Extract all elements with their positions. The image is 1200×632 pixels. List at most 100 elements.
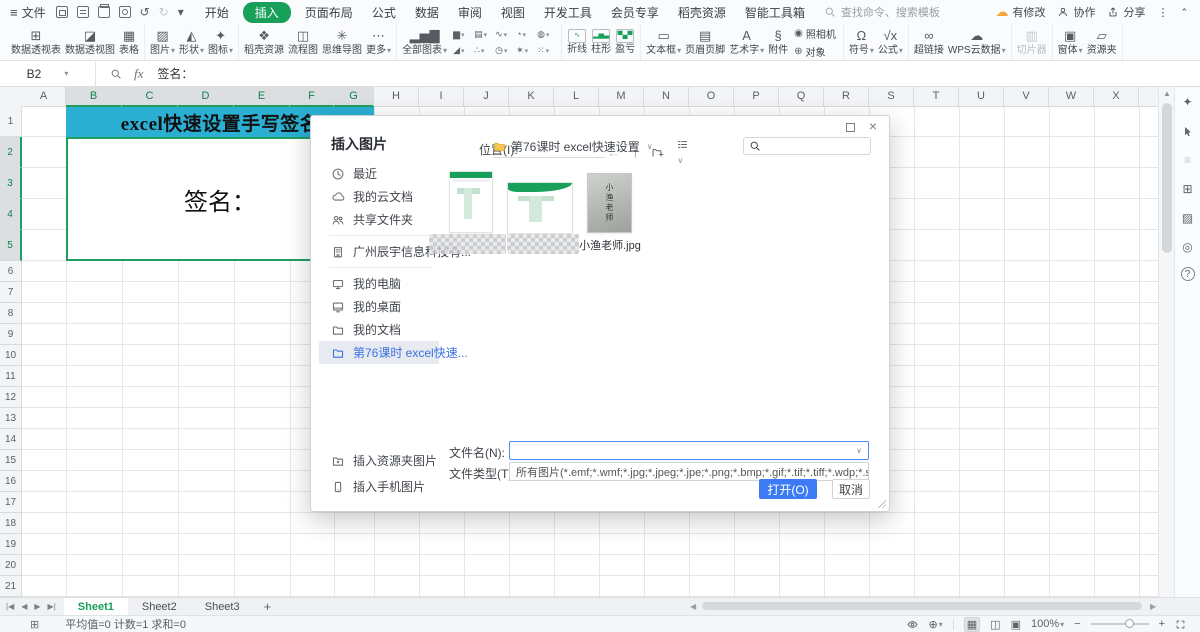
- ribbon-item-pivot-table[interactable]: ⊞数据透视表: [9, 28, 63, 57]
- sidebar-item-resource-images[interactable]: 插入资源夹图片: [319, 449, 439, 472]
- column-header-M[interactable]: M: [599, 87, 644, 107]
- row-header-13[interactable]: 13: [0, 408, 22, 429]
- menu-tab[interactable]: 开始: [200, 2, 234, 23]
- theme-icon[interactable]: ◎: [1179, 238, 1197, 256]
- view-mode-icon[interactable]: ∨: [676, 138, 689, 166]
- row-header-15[interactable]: 15: [0, 450, 22, 471]
- column-header-P[interactable]: P: [734, 87, 779, 107]
- column-header-D[interactable]: D: [178, 87, 234, 107]
- print-icon[interactable]: [98, 6, 110, 18]
- menu-tab[interactable]: 数据: [410, 2, 444, 23]
- row-header-12[interactable]: 12: [0, 387, 22, 408]
- menu-tab[interactable]: 会员专享: [606, 2, 664, 23]
- ribbon-item-wordart[interactable]: A艺术字▾: [727, 28, 766, 57]
- row-header-1[interactable]: 1: [0, 107, 22, 137]
- scroll-right-icon[interactable]: ▶: [1150, 602, 1160, 611]
- chart-doughnut-icon[interactable]: ◷▾: [493, 42, 514, 58]
- back-icon[interactable]: ←: [607, 145, 620, 160]
- print-preview-icon[interactable]: [119, 6, 131, 18]
- column-header-X[interactable]: X: [1094, 87, 1139, 107]
- ribbon-item-object[interactable]: ⊕对象: [794, 44, 836, 59]
- dialog-resize-handle[interactable]: [878, 500, 886, 508]
- scroll-up-icon[interactable]: ▲: [1159, 89, 1175, 98]
- column-header-V[interactable]: V: [1004, 87, 1049, 107]
- ribbon-item-picture[interactable]: ▨图片▾: [148, 28, 177, 57]
- row-header-2[interactable]: 2: [0, 137, 22, 168]
- ribbon-item-form-controls[interactable]: ▣窗体▾: [1056, 28, 1085, 57]
- page-layout-view-icon[interactable]: ◫: [990, 618, 1000, 631]
- new-folder-icon[interactable]: [651, 146, 664, 159]
- horizontal-scroll-thumb[interactable]: [702, 602, 1142, 610]
- fullscreen-icon[interactable]: [1175, 619, 1186, 630]
- chart-column-icon[interactable]: ▆▾: [451, 26, 472, 42]
- page-break-view-icon[interactable]: ▣: [1011, 618, 1021, 631]
- prev-sheet-icon[interactable]: ◀: [21, 602, 27, 611]
- row-header-10[interactable]: 10: [0, 345, 22, 366]
- chart-bar-icon[interactable]: ▤▾: [472, 26, 493, 42]
- ribbon-item-all-charts[interactable]: ▂▅▇全部图表▾: [400, 28, 449, 57]
- last-sheet-icon[interactable]: ▶|: [48, 602, 56, 611]
- column-header-G[interactable]: G: [334, 87, 374, 107]
- vertical-scroll-thumb[interactable]: [1162, 103, 1172, 253]
- file-thumbnail[interactable]: [507, 182, 573, 234]
- selection-pan-icon[interactable]: ⊕▾: [929, 618, 943, 631]
- zoom-slider-knob[interactable]: [1125, 619, 1134, 628]
- ribbon-item-attachment[interactable]: §附件: [766, 28, 790, 57]
- add-sheet-icon[interactable]: +: [264, 599, 272, 614]
- cloud-sync-button[interactable]: ☁ 有修改: [995, 4, 1045, 20]
- sheet-tab-sheet1[interactable]: Sheet1: [64, 598, 128, 616]
- export-icon[interactable]: [77, 6, 89, 18]
- vertical-scrollbar[interactable]: ▲: [1158, 87, 1174, 597]
- column-header-W[interactable]: W: [1049, 87, 1094, 107]
- column-header-H[interactable]: H: [374, 87, 419, 107]
- file-thumbnail[interactable]: [449, 171, 493, 233]
- column-header-E[interactable]: E: [234, 87, 290, 107]
- help-icon[interactable]: ?: [1181, 267, 1195, 281]
- formula-content[interactable]: 签名：: [157, 65, 193, 82]
- zoom-slider[interactable]: [1091, 623, 1149, 625]
- chart-scatter-icon[interactable]: ∴▾: [472, 42, 493, 58]
- ribbon-item-header-footer[interactable]: ▤页眉页脚: [683, 28, 727, 57]
- row-header-14[interactable]: 14: [0, 429, 22, 450]
- ribbon-item-table[interactable]: ▦表格: [117, 28, 141, 57]
- file-menu-button[interactable]: 文件: [22, 4, 46, 21]
- chart-combo-icon[interactable]: ⁙▾: [535, 42, 556, 58]
- sidebar-item-cloud-doc[interactable]: 我的云文档: [319, 185, 439, 208]
- scroll-left-icon[interactable]: ◀: [690, 602, 700, 611]
- row-header-7[interactable]: 7: [0, 282, 22, 303]
- column-header-T[interactable]: T: [914, 87, 959, 107]
- more-menu-icon[interactable]: ⋮: [1157, 6, 1168, 19]
- menu-tab[interactable]: 开发工具: [539, 2, 597, 23]
- ribbon-item-sparkline-line[interactable]: ∿折线: [565, 28, 589, 56]
- chart-radar-icon[interactable]: ✶▾: [514, 42, 535, 58]
- sidebar-item-clock[interactable]: 最近: [319, 162, 439, 185]
- open-button[interactable]: 打开(O): [759, 479, 817, 499]
- row-header-9[interactable]: 9: [0, 324, 22, 345]
- menu-tab[interactable]: 智能工具箱: [740, 2, 810, 23]
- row-header-8[interactable]: 8: [0, 303, 22, 324]
- up-icon[interactable]: ↑: [632, 145, 639, 160]
- menu-tab[interactable]: 稻壳资源: [673, 2, 731, 23]
- row-header-4[interactable]: 4: [0, 199, 22, 230]
- name-box-dropdown-icon[interactable]: ▾: [64, 69, 68, 78]
- row-header-6[interactable]: 6: [0, 261, 22, 282]
- ribbon-item-more-insert[interactable]: ⋯更多▾: [364, 28, 393, 57]
- column-header-J[interactable]: J: [464, 87, 509, 107]
- zoom-level[interactable]: 100%▾: [1031, 618, 1064, 630]
- normal-view-icon[interactable]: ▦: [964, 617, 980, 632]
- row-header-11[interactable]: 11: [0, 366, 22, 387]
- horizontal-scrollbar[interactable]: ◀ ▶: [690, 601, 1160, 611]
- name-box[interactable]: B2 ▾: [0, 61, 96, 86]
- fx-icon[interactable]: fx: [134, 66, 143, 82]
- column-header-Q[interactable]: Q: [779, 87, 824, 107]
- sidebar-item-company[interactable]: 广州辰宇信息科技有...: [319, 240, 439, 263]
- ribbon-item-icon-library[interactable]: ✦图标▾: [206, 28, 235, 57]
- column-header-K[interactable]: K: [509, 87, 554, 107]
- row-header-18[interactable]: 18: [0, 513, 22, 534]
- ribbon-item-pivot-chart[interactable]: ◪数据透视图: [63, 28, 117, 57]
- filename-input[interactable]: ∨: [509, 441, 869, 460]
- sidebar-item-documents[interactable]: 我的文档: [319, 318, 439, 341]
- command-search[interactable]: 查找命令、搜索模板: [824, 4, 940, 20]
- menu-tab[interactable]: 视图: [496, 2, 530, 23]
- ribbon-item-wps-cloud-data[interactable]: ☁WPS云数据▾: [946, 28, 1008, 57]
